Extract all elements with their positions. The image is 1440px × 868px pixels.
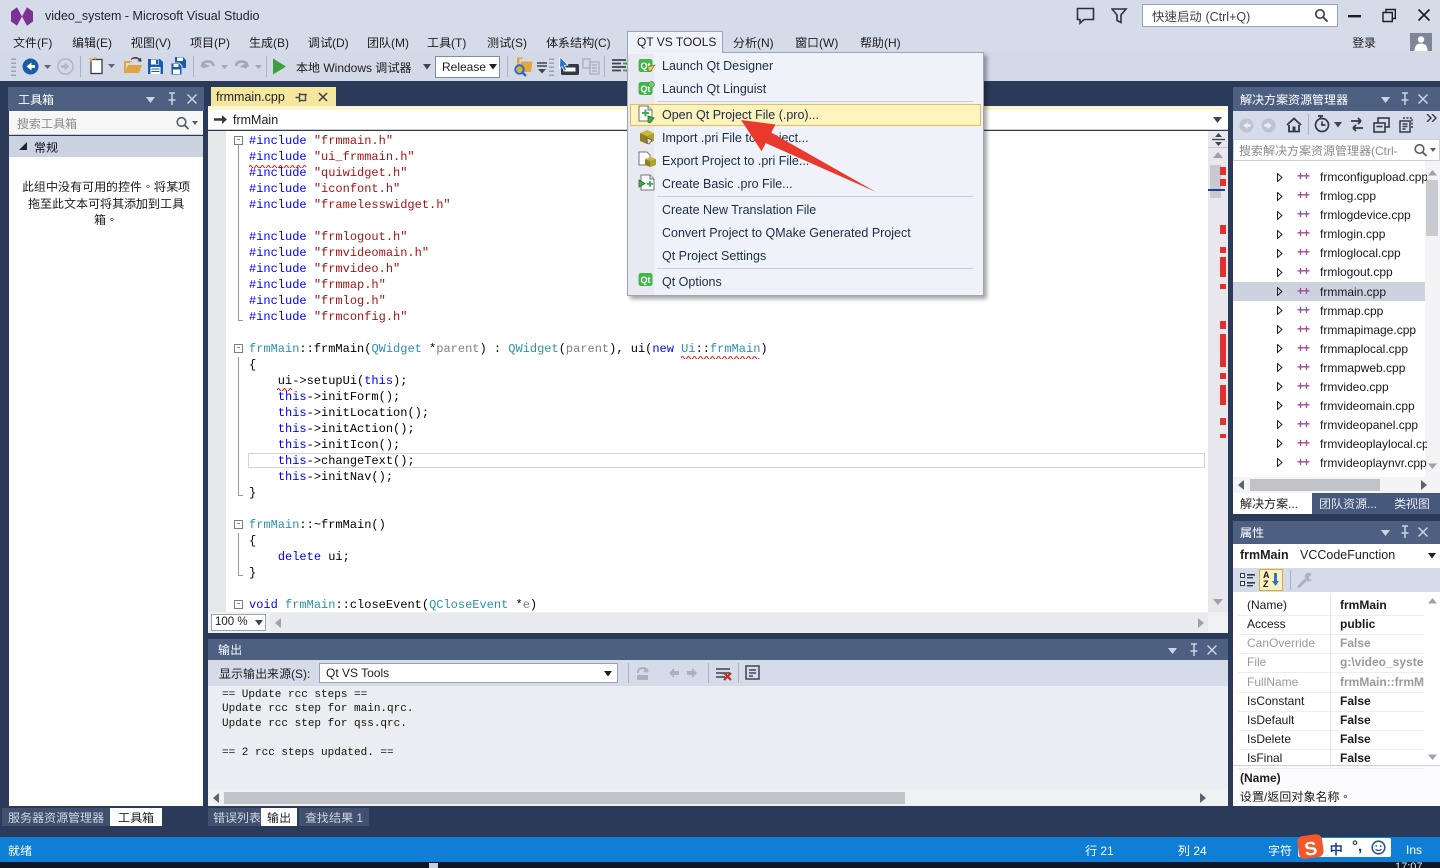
svg-text:Qt: Qt <box>641 275 651 285</box>
